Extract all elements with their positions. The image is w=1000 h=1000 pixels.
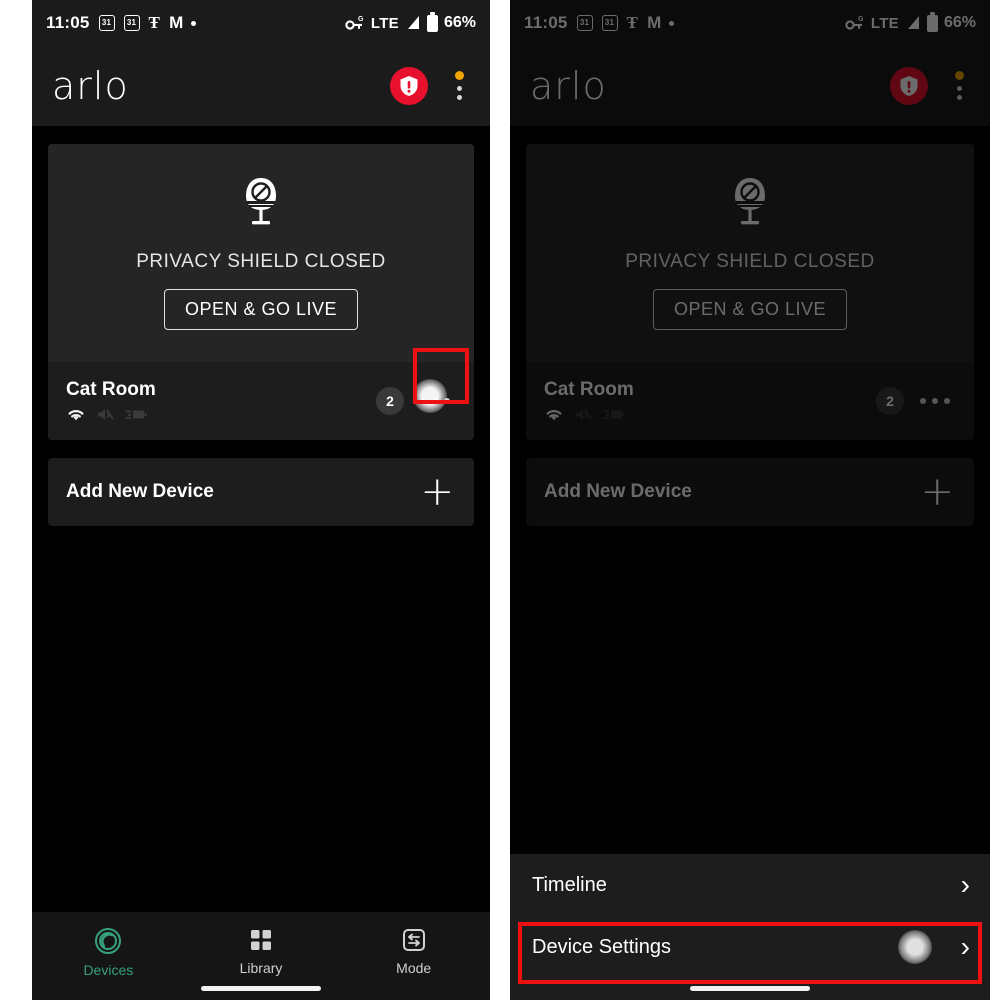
svg-text:G: G	[858, 16, 864, 23]
privacy-status-label: PRIVACY SHIELD CLOSED	[625, 251, 875, 272]
arlo-logo: arlo	[530, 64, 607, 108]
add-new-device-row[interactable]: Add New Device +	[48, 458, 474, 526]
nyt-icon: Ŧ	[148, 13, 161, 32]
phone-panel-right: 11:05 31 31 Ŧ M G LTE 66% arlo PRIVACY S…	[510, 0, 990, 1000]
status-bar: 11:05 31 31 Ŧ M G LTE 66%	[32, 0, 490, 46]
battery-icon	[126, 410, 147, 420]
mode-arrows-icon	[402, 929, 425, 951]
grid-icon	[251, 930, 271, 950]
device-card-footer: Cat Room 2	[48, 362, 474, 440]
camera-lens-icon	[95, 928, 122, 954]
tap-highlight	[413, 379, 447, 413]
shield-alert-glyph	[900, 76, 918, 96]
sheet-row-device-settings[interactable]: Device Settings ›	[510, 916, 990, 978]
dot-icon	[191, 20, 197, 26]
sheet-row-timeline[interactable]: Timeline ›	[510, 854, 990, 916]
battery-percent-label: 66%	[943, 14, 976, 31]
vpn-key-icon: G	[845, 16, 864, 30]
battery-percent-label: 66%	[443, 14, 476, 31]
shield-alert-icon[interactable]	[890, 67, 928, 105]
chevron-right-icon: ›	[960, 931, 970, 962]
shield-alert-glyph	[400, 76, 418, 96]
nav-item-mode[interactable]: Mode	[337, 926, 490, 976]
privacy-status-label: PRIVACY SHIELD CLOSED	[136, 251, 386, 272]
phone-panel-left: 11:05 31 31 Ŧ M G LTE 66% arlo PRIVACY S…	[32, 0, 490, 1000]
privacy-shield-closed-icon	[239, 176, 283, 235]
battery-icon	[604, 410, 625, 420]
privacy-shield-closed-icon	[728, 176, 772, 235]
device-name-label: Cat Room	[66, 378, 156, 400]
nyt-icon: Ŧ	[626, 13, 639, 32]
three-dot-menu-icon[interactable]	[912, 378, 958, 424]
network-type-label: LTE	[370, 14, 399, 32]
sheet-label-timeline: Timeline	[532, 873, 607, 896]
home-indicator	[690, 986, 810, 991]
device-preview[interactable]: PRIVACY SHIELD CLOSED OPEN & GO LIVE	[48, 144, 474, 362]
screenshot-stage: 11:05 31 31 Ŧ M G LTE 66% arlo PRIVACY S…	[0, 0, 1000, 1000]
nav-label-library: Library	[239, 960, 283, 976]
device-card[interactable]: PRIVACY SHIELD CLOSED OPEN & GO LIVE Cat…	[48, 144, 474, 440]
overflow-menu-icon[interactable]	[446, 66, 472, 106]
app-header: arlo	[510, 46, 990, 126]
device-list: PRIVACY SHIELD CLOSED OPEN & GO LIVE Cat…	[32, 126, 490, 526]
nav-label-mode: Mode	[396, 960, 432, 976]
status-bar-time: 11:05	[46, 13, 90, 32]
wifi-icon	[546, 410, 562, 421]
event-count-badge: 2	[876, 387, 904, 415]
arlo-logo: arlo	[52, 64, 129, 108]
calendar-31-icon: 31	[576, 15, 593, 31]
add-new-device-label: Add New Device	[66, 481, 214, 502]
dot-icon	[669, 20, 675, 26]
dimmed-background-content: 11:05 31 31 Ŧ M G LTE 66% arlo PRIVACY S…	[510, 0, 990, 526]
nav-item-library[interactable]: Library	[185, 926, 338, 976]
sheet-label-device-settings: Device Settings	[532, 935, 671, 958]
device-preview[interactable]: PRIVACY SHIELD CLOSED OPEN & GO LIVE	[526, 144, 974, 362]
gmail-icon: M	[647, 13, 661, 32]
signal-strength-icon	[907, 16, 919, 29]
device-options-sheet: Timeline › Device Settings ›	[510, 854, 990, 1000]
signal-strength-icon	[407, 16, 419, 29]
chevron-right-icon: ›	[960, 869, 970, 900]
calendar-31-icon: 31	[601, 15, 618, 31]
svg-text:G: G	[358, 16, 364, 23]
add-new-device-row[interactable]: Add New Device +	[526, 458, 974, 526]
app-header: arlo	[32, 46, 490, 126]
status-bar-time: 11:05	[524, 13, 568, 32]
network-type-label: LTE	[870, 14, 899, 32]
battery-icon	[926, 11, 938, 32]
open-and-go-live-button[interactable]: OPEN & GO LIVE	[652, 289, 848, 330]
device-card[interactable]: PRIVACY SHIELD CLOSED OPEN & GO LIVE Cat…	[526, 144, 974, 440]
shield-alert-icon[interactable]	[390, 67, 428, 105]
event-count-badge: 2	[376, 387, 404, 415]
home-indicator	[201, 986, 321, 991]
nav-label-devices: Devices	[83, 962, 134, 978]
gmail-icon: M	[169, 13, 183, 32]
tap-highlight	[898, 930, 932, 964]
bottom-navigation: Devices Library Mode	[32, 912, 490, 1000]
calendar-31-icon: 31	[123, 15, 140, 31]
open-and-go-live-button[interactable]: OPEN & GO LIVE	[163, 289, 359, 330]
plus-icon[interactable]: +	[920, 472, 954, 512]
calendar-31-icon: 31	[98, 15, 115, 31]
status-bar: 11:05 31 31 Ŧ M G LTE 66%	[510, 0, 990, 46]
add-new-device-label: Add New Device	[544, 481, 692, 502]
device-card-footer: Cat Room 2	[526, 362, 974, 440]
nav-item-devices[interactable]: Devices	[32, 926, 185, 978]
device-name-label: Cat Room	[544, 378, 634, 400]
plus-icon[interactable]: +	[420, 472, 454, 512]
device-list: PRIVACY SHIELD CLOSED OPEN & GO LIVE Cat…	[510, 126, 990, 526]
vpn-key-icon: G	[345, 16, 364, 30]
overflow-menu-icon[interactable]	[946, 66, 972, 106]
battery-icon	[426, 11, 438, 32]
speaker-muted-icon	[98, 409, 114, 421]
three-dot-menu-icon[interactable]	[412, 378, 458, 424]
wifi-icon	[68, 410, 84, 421]
speaker-muted-icon	[576, 409, 592, 421]
